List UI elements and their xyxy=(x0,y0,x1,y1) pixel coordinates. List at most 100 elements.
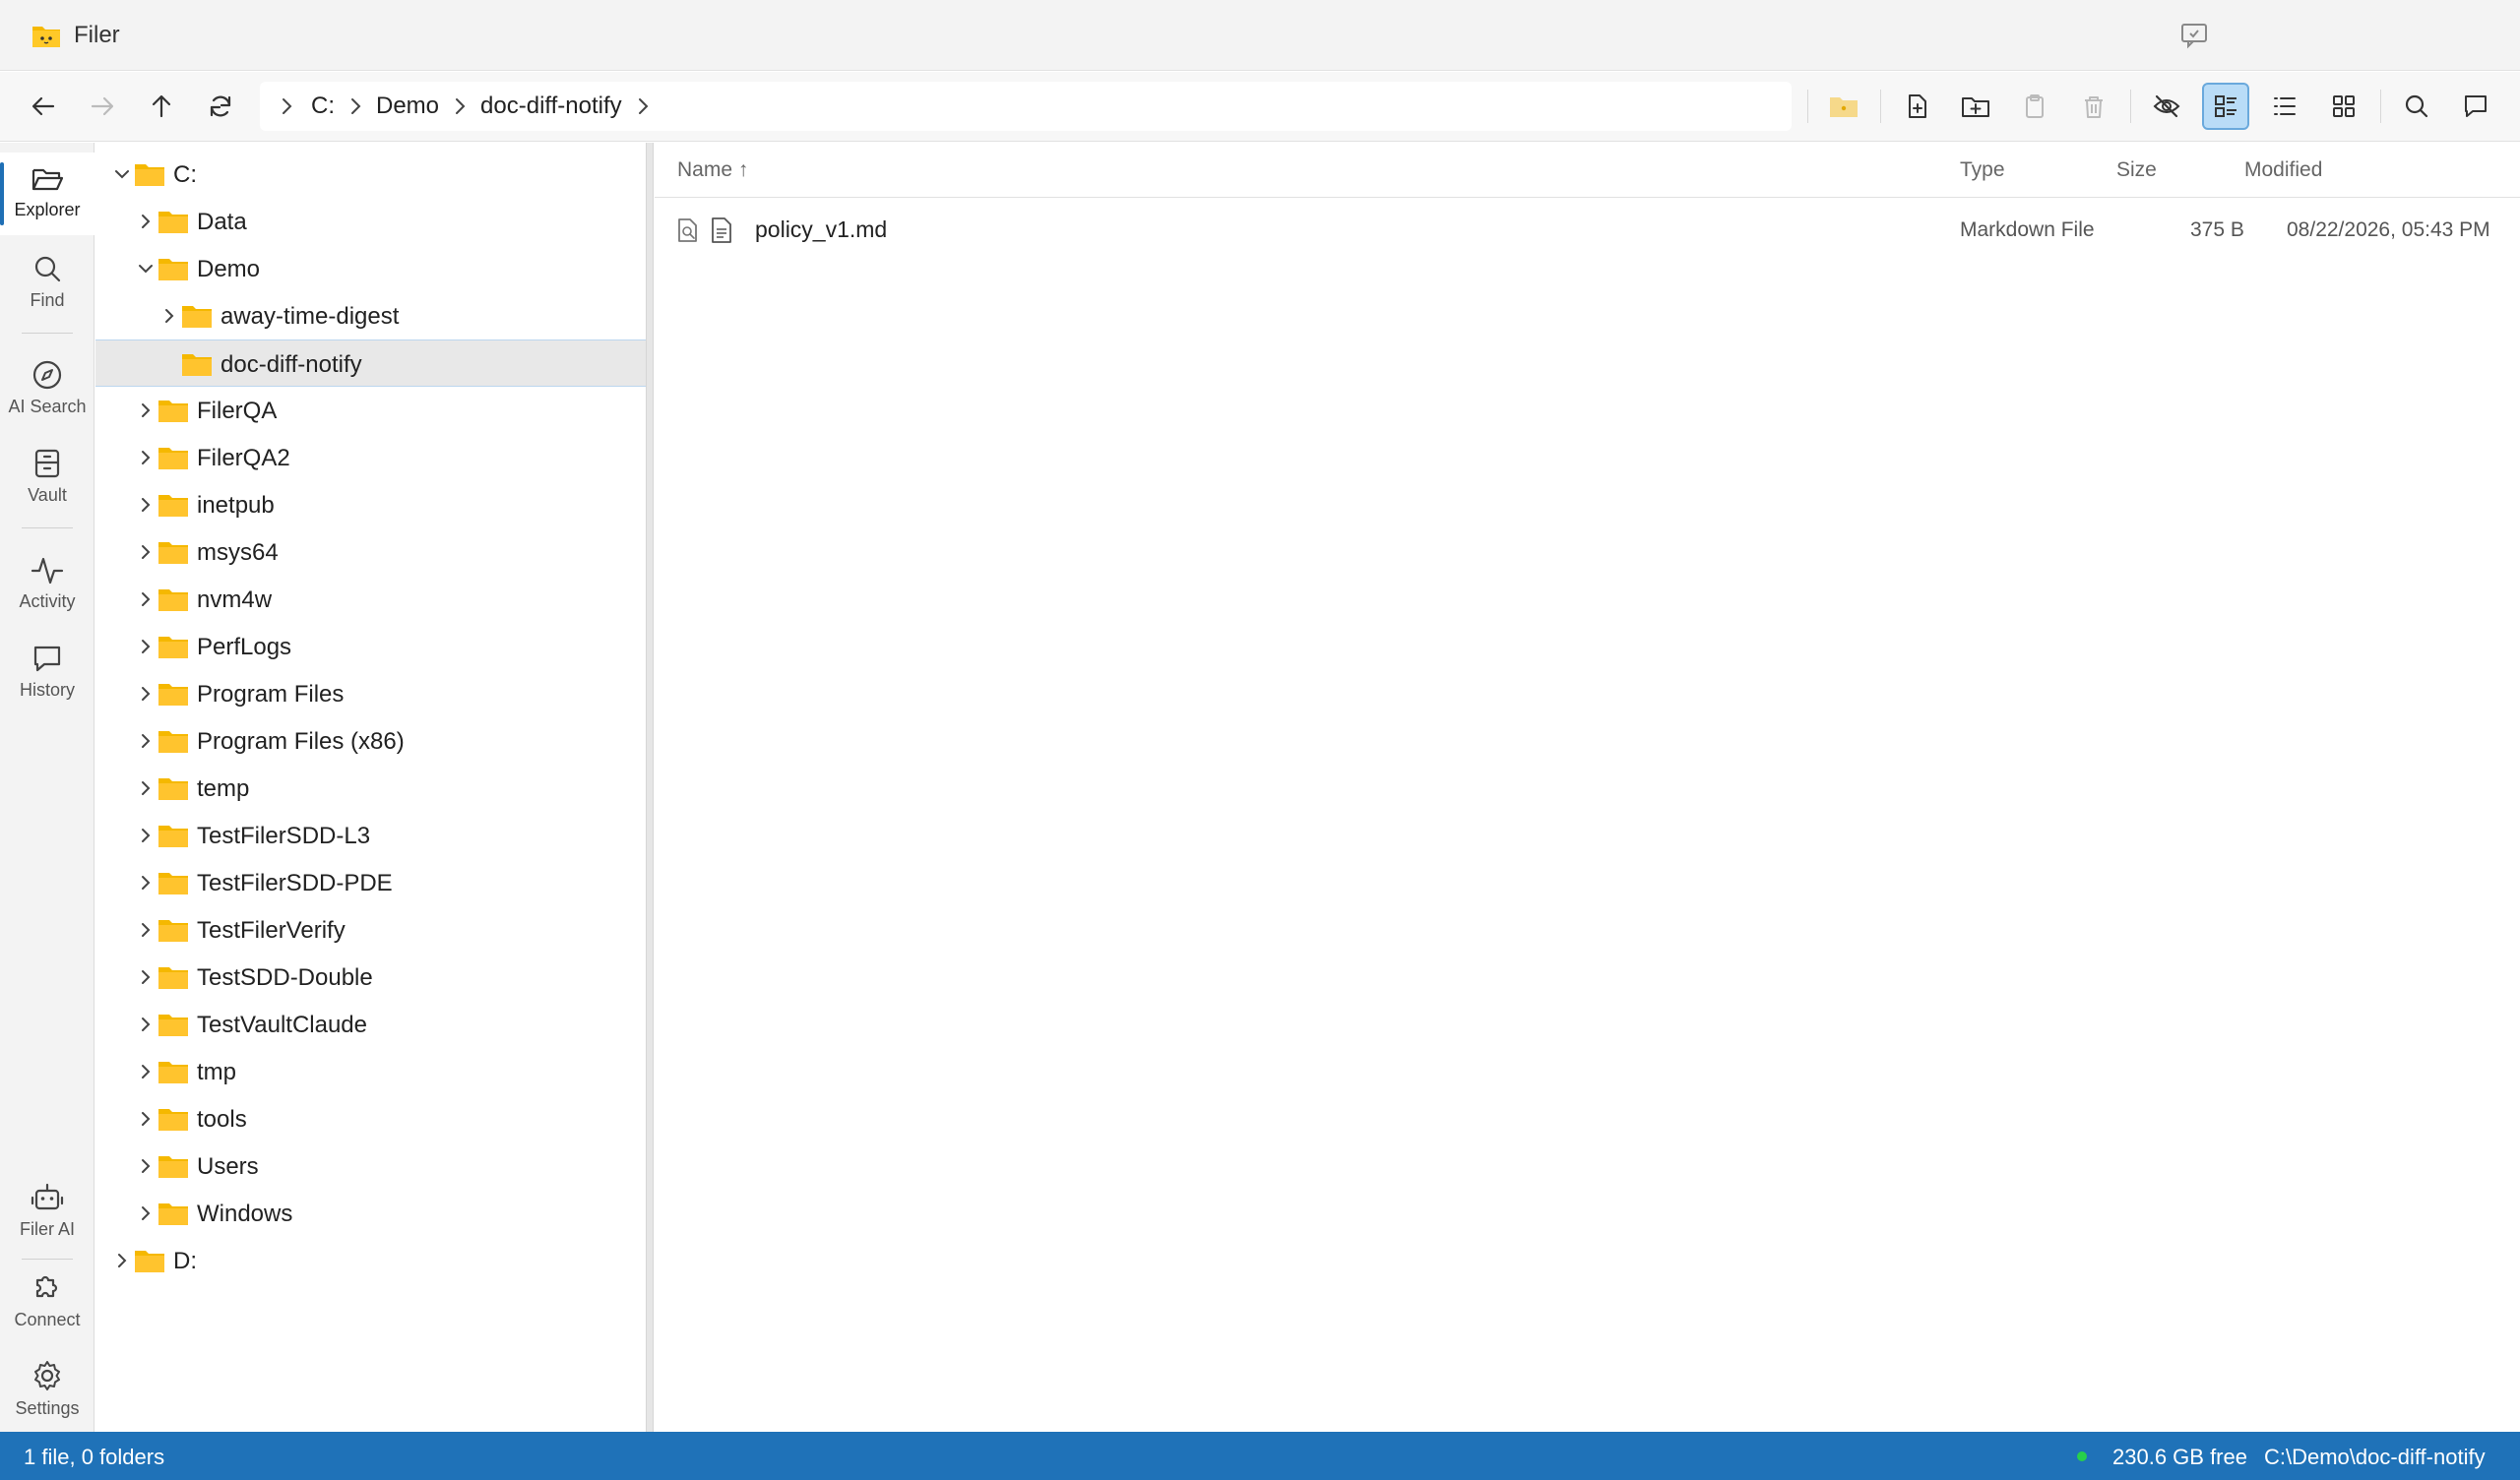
delete-button[interactable] xyxy=(2070,83,2117,130)
tree-item[interactable]: TestFilerVerify xyxy=(95,906,647,954)
chevron-right-icon[interactable] xyxy=(136,1156,156,1176)
column-header-modified[interactable]: Modified xyxy=(2244,158,2322,182)
tree-item-label: Program Files xyxy=(197,681,345,708)
toggle-hidden-button[interactable] xyxy=(2143,83,2190,130)
tree-item-label: away-time-digest xyxy=(220,303,400,330)
tree-item[interactable]: Demo xyxy=(95,245,647,292)
tree-item[interactable]: D: xyxy=(95,1237,647,1284)
table-row[interactable]: policy_v1.md Markdown File 375 B 08/22/2… xyxy=(655,200,2520,257)
tree-item[interactable]: TestFilerSDD-L3 xyxy=(95,812,647,859)
breadcrumb-item[interactable]: C: xyxy=(311,92,335,120)
chevron-right-icon[interactable] xyxy=(136,1109,156,1129)
chevron-right-icon[interactable] xyxy=(136,731,156,751)
tree-item[interactable]: FilerQA xyxy=(95,387,647,434)
app-title: Filer xyxy=(74,22,120,48)
tree-item[interactable]: Data xyxy=(95,198,647,245)
nav-history[interactable]: History xyxy=(0,631,94,713)
details-view-button[interactable] xyxy=(2202,83,2249,130)
tree-item[interactable]: FilerQA2 xyxy=(95,434,647,481)
tree-item[interactable]: tmp xyxy=(95,1048,647,1095)
column-header-size[interactable]: Size xyxy=(2116,158,2157,182)
chevron-down-icon[interactable] xyxy=(136,259,156,278)
chevron-down-icon[interactable] xyxy=(112,164,132,184)
folder-icon xyxy=(158,826,188,847)
status-bar: 1 file, 0 folders 230.6 GB free C:\Demo\… xyxy=(0,1432,2520,1480)
nav-find[interactable]: Find xyxy=(0,241,94,324)
chevron-right-icon[interactable] xyxy=(136,1015,156,1034)
chevron-right-icon[interactable] xyxy=(136,873,156,893)
chevron-right-icon[interactable] xyxy=(136,589,156,609)
up-button[interactable] xyxy=(138,83,185,130)
grid-view-button[interactable] xyxy=(2320,83,2367,130)
file-preview-icon xyxy=(678,218,697,242)
vault-folder-button[interactable] xyxy=(1820,83,1867,130)
file-type: Markdown File xyxy=(1960,218,2095,241)
tree-item[interactable]: TestSDD-Double xyxy=(95,954,647,1001)
tree-item[interactable]: away-time-digest xyxy=(95,292,647,339)
chat-button[interactable] xyxy=(2452,83,2499,130)
chevron-right-icon[interactable] xyxy=(136,637,156,656)
tree-item[interactable]: Windows xyxy=(95,1190,647,1237)
nav-filer-ai[interactable]: Filer AI xyxy=(0,1170,94,1253)
new-file-button[interactable] xyxy=(1893,83,1940,130)
feedback-icon[interactable] xyxy=(2179,22,2209,49)
tree-item[interactable]: temp xyxy=(95,765,647,812)
nav-explorer[interactable]: Explorer xyxy=(0,153,94,235)
tree-item-label: PerfLogs xyxy=(197,634,292,660)
tree-item[interactable]: Program Files xyxy=(95,670,647,717)
chevron-right-icon[interactable] xyxy=(112,1251,132,1270)
app-logo-icon xyxy=(32,27,60,47)
column-header-name[interactable]: Name ↑ xyxy=(677,158,748,182)
breadcrumb-item[interactable]: doc-diff-notify xyxy=(480,92,622,120)
chevron-right-icon[interactable] xyxy=(136,212,156,231)
nav-connect[interactable]: Connect xyxy=(0,1259,94,1341)
chevron-right-icon[interactable] xyxy=(136,684,156,704)
tree-item[interactable]: inetpub xyxy=(95,481,647,528)
free-space: 230.6 GB free xyxy=(2112,1445,2247,1469)
new-folder-button[interactable] xyxy=(1952,83,1999,130)
chevron-right-icon[interactable] xyxy=(136,401,156,420)
toolbar: C: Demo doc-diff-notify xyxy=(0,72,2520,142)
tree-item[interactable]: Users xyxy=(95,1142,647,1190)
nav-vault[interactable]: Vault xyxy=(0,436,94,519)
column-header-type[interactable]: Type xyxy=(1960,158,2005,182)
breadcrumb-item[interactable]: Demo xyxy=(376,92,439,120)
list-view-button[interactable] xyxy=(2261,83,2308,130)
file-list-header: Name ↑ Type Size Modified xyxy=(655,143,2520,198)
tree-item-label: doc-diff-notify xyxy=(220,351,362,378)
search-button[interactable] xyxy=(2393,83,2440,130)
tree-item[interactable]: msys64 xyxy=(95,528,647,576)
tree-item[interactable]: Program Files (x86) xyxy=(95,717,647,765)
tree-item[interactable]: nvm4w xyxy=(95,576,647,623)
tree-item-label: TestFilerSDD-L3 xyxy=(197,823,371,849)
paste-button[interactable] xyxy=(2011,83,2058,130)
chevron-right-icon[interactable] xyxy=(136,1062,156,1081)
folder-star-icon xyxy=(1830,97,1858,117)
chevron-right-icon[interactable] xyxy=(136,448,156,467)
nav-settings[interactable]: Settings xyxy=(0,1347,94,1430)
tree-item[interactable]: TestFilerSDD-PDE xyxy=(95,859,647,906)
chevron-right-icon[interactable] xyxy=(136,495,156,515)
chevron-right-icon[interactable] xyxy=(136,920,156,940)
tree-item-label: FilerQA xyxy=(197,398,278,424)
chevron-right-icon[interactable] xyxy=(136,826,156,845)
nav-label: History xyxy=(19,680,75,700)
chevron-right-icon[interactable] xyxy=(136,967,156,987)
forward-button[interactable] xyxy=(79,83,126,130)
tree-item[interactable]: tools xyxy=(95,1095,647,1142)
chevron-right-icon[interactable] xyxy=(136,1203,156,1223)
nav-activity[interactable]: Activity xyxy=(0,542,94,625)
pane-splitter[interactable] xyxy=(646,143,654,1432)
tree-item[interactable]: TestVaultClaude xyxy=(95,1001,647,1048)
tree-item[interactable]: PerfLogs xyxy=(95,623,647,670)
breadcrumb[interactable]: C: Demo doc-diff-notify xyxy=(260,82,1792,131)
tree-item[interactable]: C: xyxy=(95,151,647,198)
tree-item[interactable]: doc-diff-notify xyxy=(95,339,647,387)
refresh-button[interactable] xyxy=(197,83,244,130)
nav-rail: Explorer Find AI Search Vault Activity H… xyxy=(0,143,94,1432)
back-button[interactable] xyxy=(20,83,67,130)
chevron-right-icon[interactable] xyxy=(136,778,156,798)
chevron-right-icon[interactable] xyxy=(136,542,156,562)
chevron-right-icon[interactable] xyxy=(159,306,179,326)
nav-ai-search[interactable]: AI Search xyxy=(0,347,94,430)
